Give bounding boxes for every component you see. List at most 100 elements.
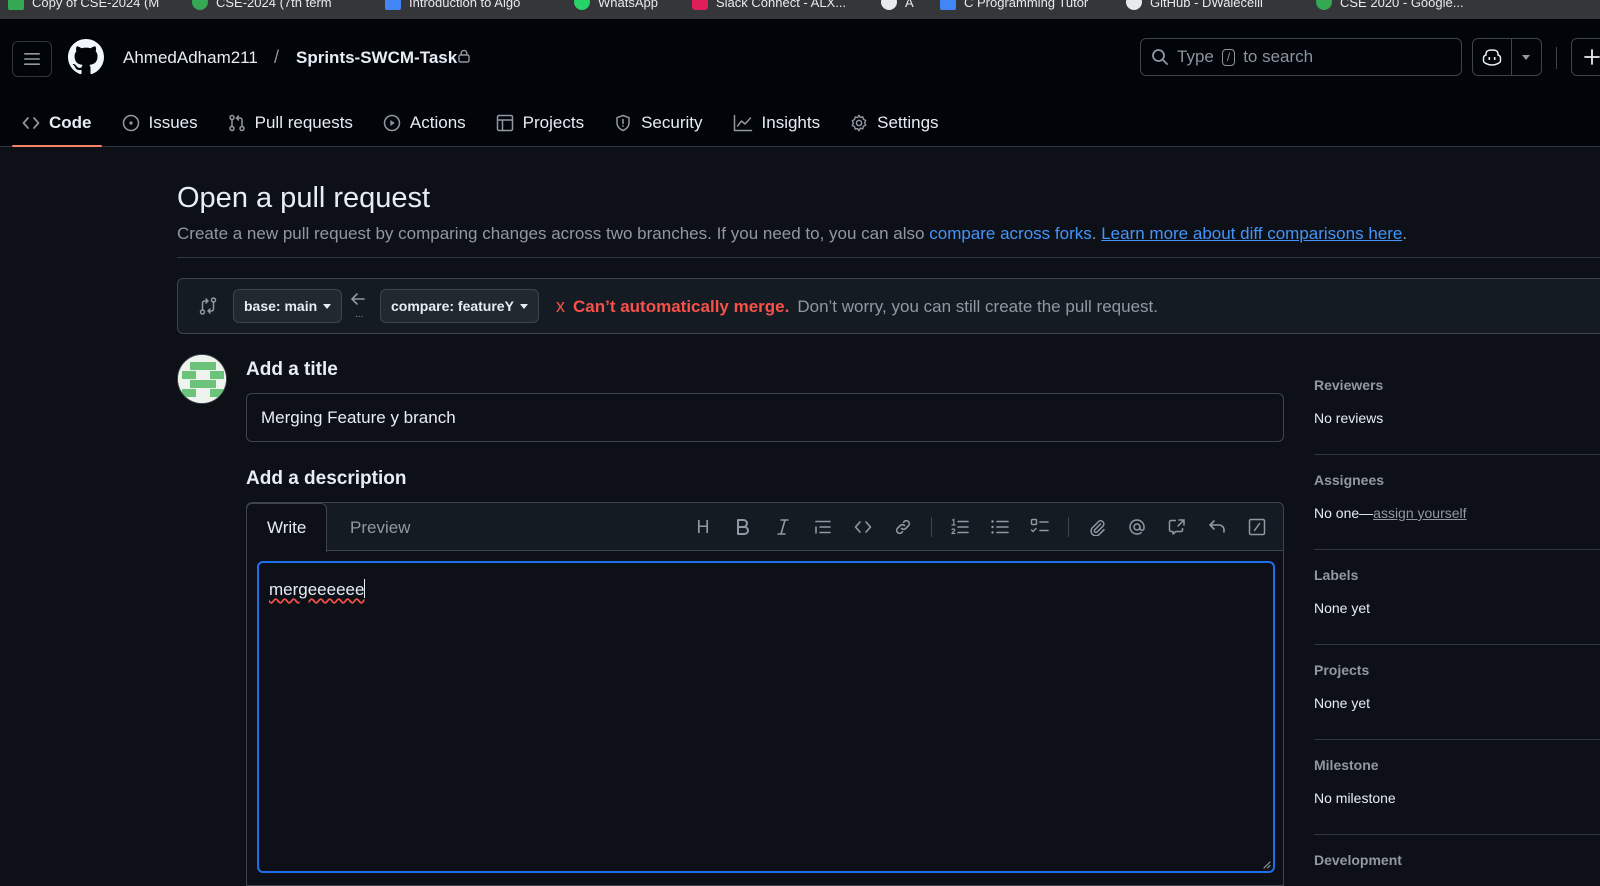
- bookmark-item[interactable]: Copy of CSE-2024 (M: [8, 0, 159, 10]
- bookmark-item[interactable]: WhatsApp: [574, 0, 658, 10]
- repo-owner-link[interactable]: AhmedAdham211: [123, 48, 258, 68]
- italic-button[interactable]: [763, 509, 803, 545]
- copilot-icon: [1482, 49, 1502, 66]
- sidebar-value: No one—: [1314, 505, 1374, 521]
- play-icon: [383, 114, 401, 132]
- resize-handle-icon[interactable]: [1261, 859, 1271, 869]
- list-ordered-icon: [951, 518, 969, 535]
- page-title: Open a pull request: [177, 182, 431, 214]
- tab-write[interactable]: Write: [246, 503, 328, 552]
- attach-button[interactable]: [1077, 509, 1117, 545]
- paperclip-icon: [1090, 520, 1105, 536]
- bookmark-item[interactable]: CSE-2024 (7th term: [192, 0, 332, 10]
- bold-button[interactable]: [723, 509, 763, 545]
- create-new-button[interactable]: [1571, 38, 1600, 76]
- tab-issues[interactable]: Issues: [112, 99, 208, 147]
- compare-bar: base: main ... compare: featureY x Can’t…: [177, 278, 1600, 334]
- repo-name-link[interactable]: Sprints-SWCM-Task: [296, 48, 457, 68]
- tab-projects[interactable]: Projects: [486, 99, 594, 147]
- mention-icon: [1129, 519, 1145, 535]
- copilot-button[interactable]: [1473, 39, 1512, 75]
- github-icon: [881, 0, 897, 10]
- tab-label: Settings: [877, 113, 939, 132]
- heading-button[interactable]: H: [683, 509, 723, 545]
- tab-insights[interactable]: Insights: [723, 99, 831, 147]
- unordered-list-button[interactable]: [980, 509, 1020, 545]
- projects-section[interactable]: Projects None yet: [1314, 645, 1600, 740]
- github-logo[interactable]: [68, 39, 104, 75]
- search-placeholder: Type: [1177, 47, 1214, 66]
- path-separator: /: [274, 47, 280, 67]
- reviewers-section[interactable]: Reviewers No reviews: [1314, 360, 1600, 455]
- ordered-list-button[interactable]: [940, 509, 980, 545]
- slash-command-icon: [1248, 518, 1266, 536]
- code-icon: [854, 521, 872, 533]
- bookmark-item[interactable]: C Programming Tutor: [940, 0, 1088, 10]
- compare-branch-select[interactable]: compare: featureY: [380, 289, 539, 323]
- tab-settings[interactable]: Settings: [840, 99, 948, 147]
- labels-section[interactable]: Labels None yet: [1314, 550, 1600, 645]
- menu-button[interactable]: [12, 41, 52, 77]
- assign-yourself-link[interactable]: assign yourself: [1373, 505, 1466, 521]
- development-section[interactable]: Development: [1314, 835, 1600, 886]
- header-divider: [1556, 47, 1557, 69]
- range-dots: ...: [355, 309, 364, 320]
- pr-body-textarea[interactable]: mergeeeeee: [257, 561, 1275, 873]
- github-icon: [1126, 0, 1142, 10]
- editor-toolbar: Write Preview H: [246, 503, 1283, 552]
- search-input[interactable]: Type / to search: [1140, 38, 1462, 76]
- bookmark-item[interactable]: Slack Connect - ALX...: [692, 0, 846, 10]
- cross-reference-icon: [1168, 519, 1185, 535]
- pr-body-text: mergeeeeee: [269, 580, 365, 599]
- copilot-dropdown-button[interactable]: [1512, 39, 1541, 75]
- slash-commands-button[interactable]: [1237, 509, 1277, 545]
- bookmark-item[interactable]: A: [881, 0, 914, 10]
- base-branch-select[interactable]: base: main: [233, 289, 343, 323]
- sidebar-value: None yet: [1314, 695, 1371, 711]
- pr-title-input[interactable]: [246, 393, 1284, 442]
- hamburger-icon: [24, 53, 40, 65]
- code-button[interactable]: [843, 509, 883, 545]
- heading-icon: H: [696, 516, 710, 537]
- repo-nav-tabs: Code Issues Pull requests Actions Projec…: [12, 99, 959, 147]
- site-icon: [192, 0, 208, 10]
- identicon-icon: [178, 355, 226, 403]
- mention-button[interactable]: [1117, 509, 1157, 545]
- subtitle-separator: .: [1091, 224, 1097, 243]
- task-list-button[interactable]: [1020, 509, 1060, 545]
- tab-preview[interactable]: Preview: [330, 503, 430, 552]
- bookmark-item[interactable]: CSE 2020 - Google...: [1316, 0, 1464, 10]
- plus-icon: [1584, 49, 1600, 65]
- learn-more-link[interactable]: Learn more about diff comparisons here: [1101, 224, 1402, 243]
- tab-security[interactable]: Security: [604, 99, 712, 147]
- sidebar-heading: Labels: [1314, 567, 1359, 583]
- reply-icon: [1209, 520, 1225, 533]
- bookmark-item[interactable]: Introduction to Algo: [385, 0, 520, 10]
- assignees-section[interactable]: Assignees No one—assign yourself: [1314, 455, 1600, 550]
- italic-icon: [777, 519, 789, 535]
- site-icon: [1316, 0, 1332, 10]
- subtitle-text: Create a new pull request by comparing c…: [177, 224, 925, 243]
- avatar[interactable]: [177, 354, 227, 404]
- saved-reply-button[interactable]: [1197, 509, 1237, 545]
- triangle-down-icon: [519, 303, 528, 309]
- tab-actions[interactable]: Actions: [373, 99, 476, 147]
- tab-label: Projects: [522, 113, 585, 132]
- sidebar-value: No milestone: [1314, 790, 1396, 806]
- sidebar-value: No reviews: [1314, 410, 1384, 426]
- tab-label: Insights: [761, 113, 821, 132]
- tab-pull-requests[interactable]: Pull requests: [218, 99, 363, 147]
- sidebar-value-wrapper: No one—assign yourself: [1314, 505, 1467, 521]
- git-compare-icon: [198, 296, 218, 316]
- link-button[interactable]: [883, 509, 923, 545]
- code-icon: [22, 117, 40, 129]
- tab-code[interactable]: Code: [12, 99, 102, 147]
- compare-forks-link[interactable]: compare across forks: [929, 224, 1092, 243]
- lock-icon: [458, 49, 470, 63]
- sidebar-heading: Projects: [1314, 662, 1370, 678]
- quote-button[interactable]: [803, 509, 843, 545]
- bookmark-item[interactable]: GitHub - DWalecelli: [1126, 0, 1263, 10]
- shield-icon: [616, 114, 630, 132]
- milestone-section[interactable]: Milestone No milestone: [1314, 740, 1600, 835]
- reference-button[interactable]: [1157, 509, 1197, 545]
